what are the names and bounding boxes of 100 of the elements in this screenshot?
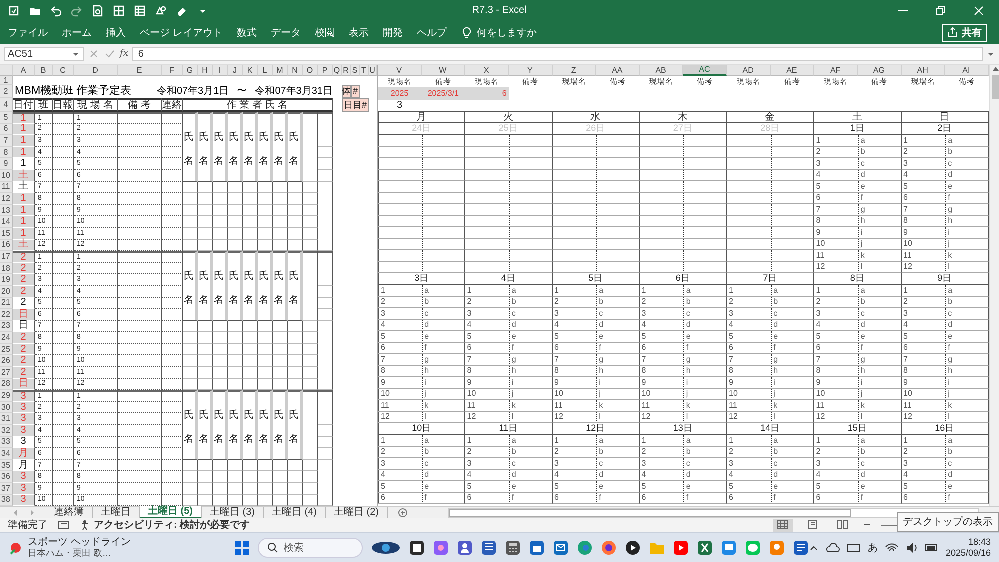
macro-record-icon[interactable] bbox=[58, 520, 70, 530]
browser-icon[interactable] bbox=[576, 540, 593, 556]
row-header[interactable]: 20 bbox=[0, 286, 13, 298]
column-header[interactable]: AH bbox=[902, 65, 946, 76]
row-header[interactable]: 34 bbox=[0, 448, 13, 460]
row-header[interactable]: 24 bbox=[0, 332, 13, 344]
menu-tab[interactable]: データ bbox=[270, 26, 301, 40]
row-header[interactable]: 35 bbox=[0, 460, 13, 472]
scrollbar-thumb[interactable] bbox=[992, 75, 999, 99]
row-header[interactable]: 15 bbox=[0, 228, 13, 240]
vertical-scrollbar[interactable] bbox=[989, 65, 999, 506]
share-button[interactable]: 共有 bbox=[942, 24, 987, 42]
word-icon[interactable] bbox=[792, 540, 809, 556]
column-header[interactable]: AE bbox=[770, 65, 814, 76]
column-header[interactable]: AD bbox=[727, 65, 771, 76]
keyboard-icon[interactable] bbox=[846, 542, 861, 554]
redo-icon[interactable] bbox=[71, 5, 83, 17]
column-header[interactable]: AG bbox=[858, 65, 902, 76]
table-icon[interactable] bbox=[134, 5, 146, 17]
row-header[interactable]: 2 bbox=[0, 85, 13, 98]
row-header[interactable]: 27 bbox=[0, 367, 13, 379]
shapes-icon[interactable] bbox=[155, 5, 167, 17]
column-header[interactable]: A bbox=[13, 65, 35, 76]
menu-tab[interactable]: 数式 bbox=[236, 26, 257, 40]
column-header[interactable]: C bbox=[53, 65, 74, 76]
row-header[interactable]: 38 bbox=[0, 494, 13, 506]
row-header[interactable]: 10 bbox=[0, 170, 13, 182]
news-headline[interactable]: スポーツ ヘッドライン bbox=[28, 536, 131, 548]
document-icon[interactable] bbox=[480, 540, 497, 556]
sheet-tab[interactable]: 土曜日 (5) bbox=[140, 506, 202, 519]
column-header[interactable]: AC bbox=[683, 65, 727, 76]
tell-me-search[interactable]: 何をしますか bbox=[476, 26, 537, 40]
menu-tab[interactable]: 挿入 bbox=[106, 26, 126, 40]
column-header[interactable]: R bbox=[342, 65, 351, 76]
column-header[interactable]: H bbox=[198, 65, 213, 76]
battery-icon[interactable] bbox=[924, 542, 939, 554]
row-header[interactable]: 21 bbox=[0, 298, 13, 310]
name-box[interactable]: AC51 bbox=[4, 47, 84, 61]
row-header[interactable]: 8 bbox=[0, 146, 13, 158]
row-header[interactable]: 31 bbox=[0, 413, 13, 426]
close-icon[interactable] bbox=[973, 5, 985, 17]
column-header[interactable]: T bbox=[360, 65, 369, 76]
lightbulb-icon[interactable] bbox=[460, 27, 473, 39]
add-sheet-icon[interactable] bbox=[398, 508, 408, 518]
input-mode-indicator[interactable]: あ bbox=[868, 540, 878, 554]
row-header[interactable]: 17 bbox=[0, 251, 13, 263]
store-icon[interactable] bbox=[528, 540, 545, 556]
column-header[interactable]: Z bbox=[552, 65, 596, 76]
calculator-icon[interactable] bbox=[504, 540, 521, 556]
formula-input[interactable]: 6 bbox=[132, 47, 983, 61]
row-header[interactable]: 22 bbox=[0, 309, 13, 321]
column-header[interactable]: M bbox=[273, 65, 288, 76]
row-header[interactable]: 28 bbox=[0, 378, 13, 390]
column-header[interactable]: U bbox=[369, 65, 377, 76]
row-header[interactable]: 5 bbox=[0, 112, 13, 124]
expand-caret-icon[interactable] bbox=[987, 50, 995, 58]
row-header[interactable]: 32 bbox=[0, 425, 13, 437]
autosave-icon[interactable] bbox=[8, 5, 20, 17]
accessibility-icon[interactable] bbox=[80, 519, 91, 531]
row-header[interactable]: 12 bbox=[0, 193, 13, 205]
column-header[interactable]: AI bbox=[945, 65, 989, 76]
column-header[interactable]: D bbox=[74, 65, 118, 76]
wifi-icon[interactable] bbox=[884, 542, 899, 554]
row-header[interactable]: 1 bbox=[0, 76, 13, 85]
column-header[interactable]: K bbox=[243, 65, 258, 76]
people-icon[interactable] bbox=[456, 540, 473, 556]
column-header[interactable]: X bbox=[465, 65, 509, 76]
row-header[interactable]: 25 bbox=[0, 344, 13, 356]
clock[interactable]: 18:43 2025/09/16 bbox=[946, 536, 991, 558]
start-icon[interactable] bbox=[234, 540, 250, 556]
row-header[interactable]: 4 bbox=[0, 98, 13, 112]
menu-tab[interactable]: ファイル bbox=[8, 26, 48, 40]
row-header[interactable]: 11 bbox=[0, 182, 13, 194]
spreadsheet-icon[interactable] bbox=[696, 540, 713, 556]
view-button[interactable] bbox=[773, 518, 793, 532]
video-play-icon[interactable] bbox=[672, 540, 689, 556]
row-header[interactable]: 13 bbox=[0, 204, 13, 216]
row-header[interactable]: 14 bbox=[0, 216, 13, 228]
menu-tab[interactable]: 校閲 bbox=[314, 26, 335, 40]
scrollbar-thumb[interactable] bbox=[449, 508, 851, 516]
monitor-icon[interactable] bbox=[720, 540, 737, 556]
undo-icon[interactable] bbox=[50, 5, 62, 17]
row-header[interactable]: 19 bbox=[0, 274, 13, 286]
map-pin-icon[interactable] bbox=[768, 540, 785, 556]
horizontal-scrollbar[interactable] bbox=[448, 508, 979, 518]
print-preview-icon[interactable] bbox=[92, 5, 104, 17]
row-header[interactable]: 29 bbox=[0, 390, 13, 402]
column-header[interactable]: P bbox=[318, 65, 333, 76]
fox-browser-icon[interactable] bbox=[600, 540, 617, 556]
row-header[interactable]: 18 bbox=[0, 262, 13, 274]
column-header[interactable]: N bbox=[288, 65, 303, 76]
column-header[interactable]: L bbox=[258, 65, 273, 76]
restore-icon[interactable] bbox=[935, 5, 947, 17]
column-header[interactable]: E bbox=[118, 65, 162, 76]
news-text[interactable]: 日本ハム・栗田 欧… bbox=[28, 548, 131, 558]
folder-icon[interactable] bbox=[29, 5, 41, 17]
column-header[interactable]: Q bbox=[333, 65, 342, 76]
insert-function-button[interactable]: fx bbox=[120, 49, 128, 59]
row-header[interactable]: 9 bbox=[0, 158, 13, 170]
column-header[interactable]: Y bbox=[508, 65, 552, 76]
